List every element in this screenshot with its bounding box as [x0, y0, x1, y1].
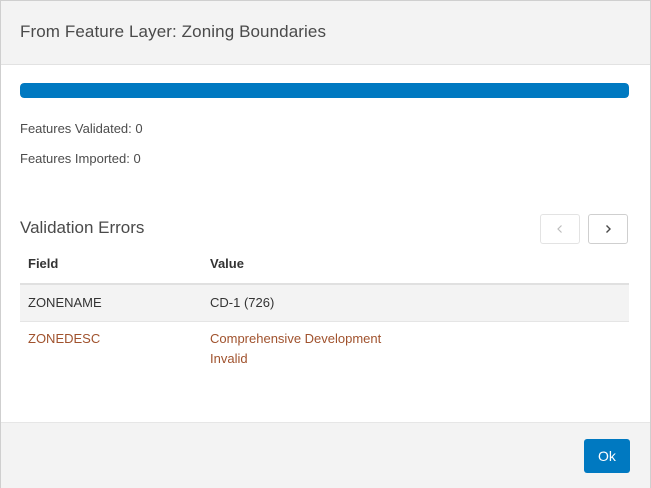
- dialog-header: From Feature Layer: Zoning Boundaries: [1, 1, 650, 65]
- features-validated-label: Features Validated: 0: [20, 121, 143, 136]
- chevron-right-icon: [606, 225, 611, 233]
- table-row: ZONEDESC Comprehensive Development Inval…: [20, 322, 629, 380]
- ok-button[interactable]: Ok: [584, 439, 630, 473]
- dialog-footer: Ok: [1, 422, 650, 488]
- table-header: Field Value: [20, 245, 629, 285]
- value-cell: CD-1 (726): [210, 295, 275, 310]
- next-page-button[interactable]: [588, 214, 628, 244]
- progress-bar-fill: [20, 83, 629, 98]
- column-header-field: Field: [28, 256, 59, 271]
- error-status: Invalid: [210, 351, 248, 366]
- table-row: ZONENAME CD-1 (726): [20, 285, 629, 322]
- validation-errors-table: Field Value ZONENAME CD-1 (726) ZONEDESC…: [20, 245, 629, 380]
- validation-errors-title: Validation Errors: [20, 218, 145, 237]
- import-dialog: From Feature Layer: Zoning Boundaries Fe…: [0, 0, 651, 488]
- features-imported-label: Features Imported: 0: [20, 151, 141, 166]
- field-cell: ZONEDESC: [28, 331, 101, 346]
- progress-bar: [20, 83, 629, 98]
- value-text: Comprehensive Development: [210, 331, 382, 346]
- previous-page-button[interactable]: [540, 214, 580, 244]
- value-cell: Comprehensive Development Invalid: [210, 329, 381, 369]
- chevron-left-icon: [557, 225, 562, 233]
- field-cell: ZONENAME: [28, 295, 102, 310]
- dialog-title: From Feature Layer: Zoning Boundaries: [20, 22, 327, 41]
- column-header-value: Value: [210, 256, 244, 271]
